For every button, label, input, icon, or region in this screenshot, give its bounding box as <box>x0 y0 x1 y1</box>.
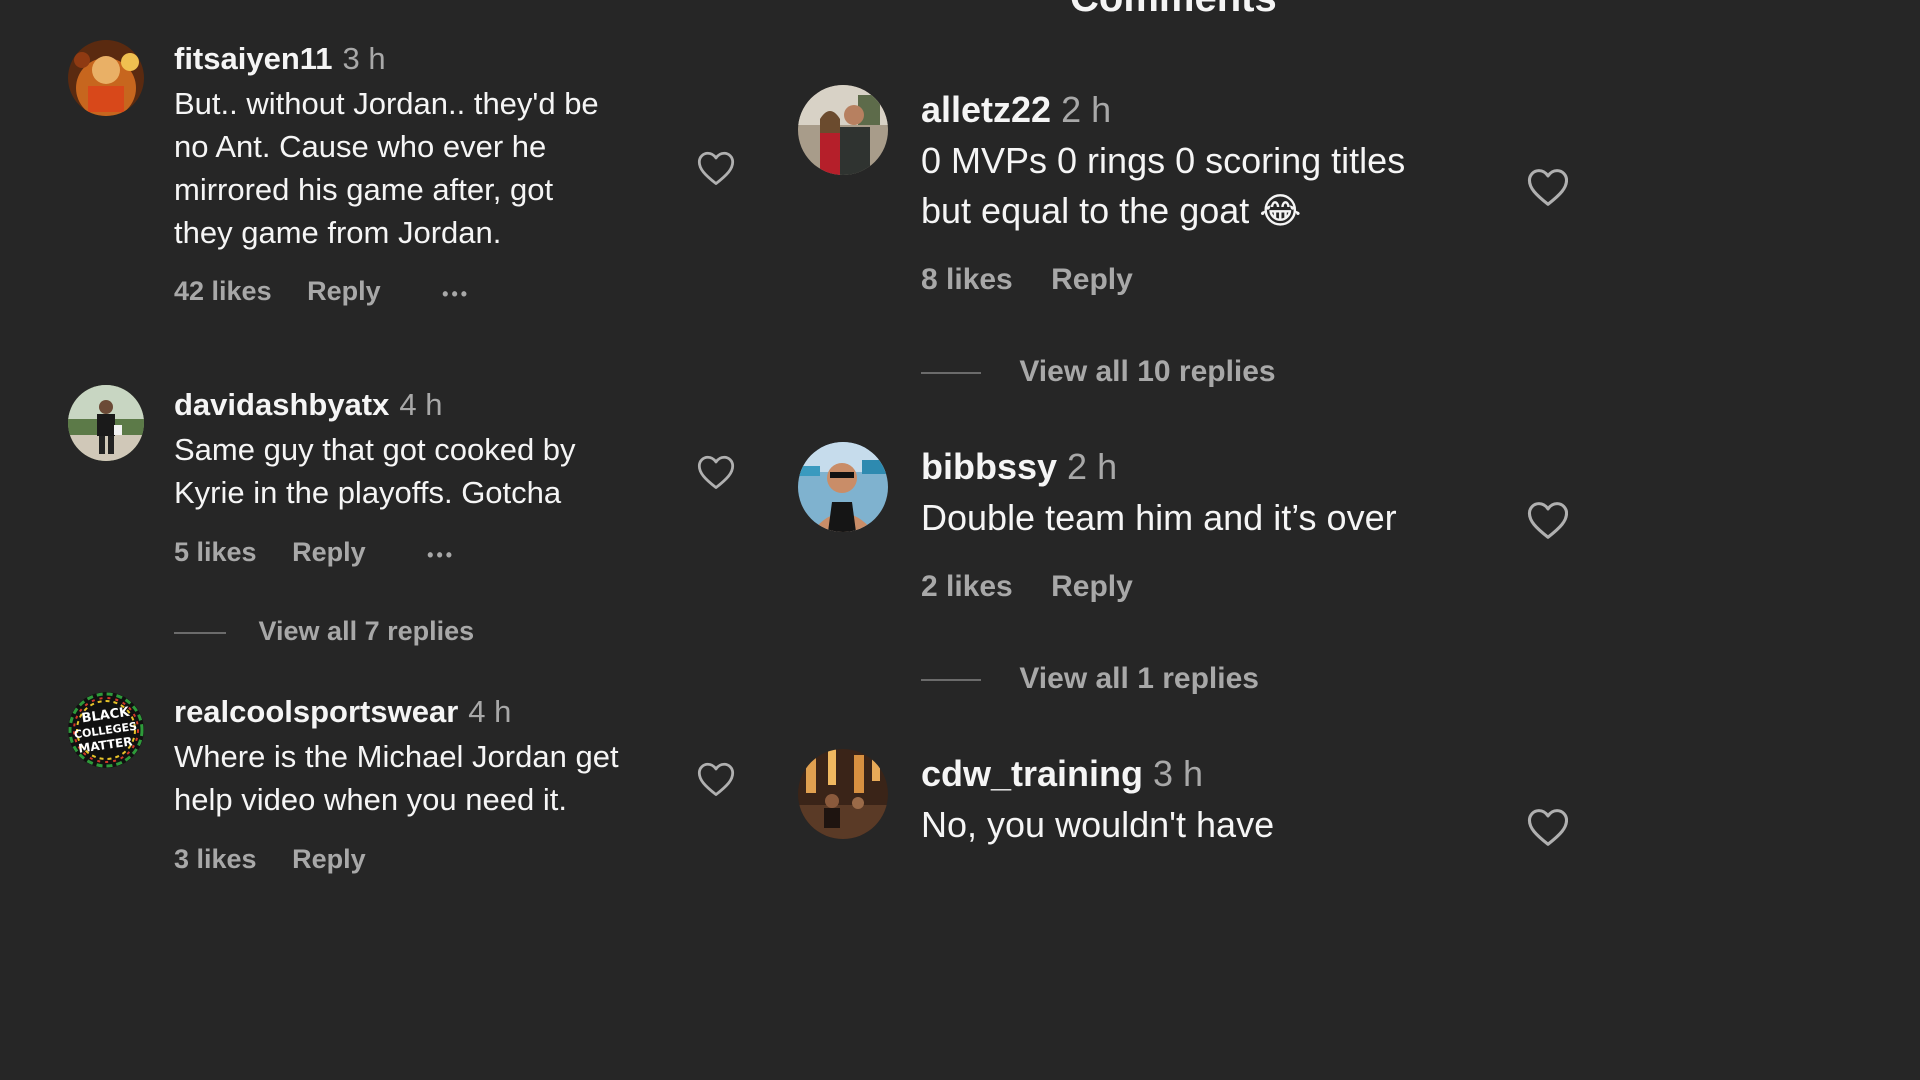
reply-button[interactable]: Reply <box>292 536 366 568</box>
user-avatar[interactable] <box>68 40 144 116</box>
heart-outline-icon[interactable] <box>696 761 736 797</box>
avatar-image <box>798 749 888 839</box>
comment-text-line: But.. without Jordan.. they'd be <box>174 86 599 121</box>
comment-actions: 3 likes Reply <box>174 843 366 875</box>
comment-text-line: no Ant. Cause who ever he <box>174 129 547 164</box>
comment-item: davidashbyatx 4 h Same guy that got cooke… <box>68 385 768 655</box>
view-replies-label[interactable]: View all 7 replies <box>259 616 475 646</box>
comment-actions: 5 likes Reply ••• <box>174 536 455 571</box>
view-replies-link[interactable]: View all 1 replies <box>921 661 1259 697</box>
likes-count[interactable]: 3 likes <box>174 843 257 875</box>
reply-button[interactable]: Reply <box>307 275 381 307</box>
comment-username[interactable]: davidashbyatx <box>174 387 389 422</box>
comment-text-line: Double team him and it’s over <box>921 497 1397 538</box>
replies-divider <box>921 372 981 375</box>
replies-divider <box>174 631 226 634</box>
user-avatar[interactable] <box>798 442 888 532</box>
comment-time: 3 h <box>342 41 386 76</box>
comment-text: Same guy that got cooked by Kyrie in the… <box>174 428 694 514</box>
comment-username[interactable]: alletz22 <box>921 89 1051 130</box>
comment-actions: 8 likes Reply <box>921 262 1133 298</box>
reply-button[interactable]: Reply <box>292 843 366 875</box>
more-options-icon[interactable]: ••• <box>442 278 470 310</box>
likes-count[interactable]: 5 likes <box>174 536 257 568</box>
user-avatar[interactable]: BLACK COLLEGES MATTER <box>68 692 144 768</box>
likes-count[interactable]: 42 likes <box>174 275 272 307</box>
comment-text-line: but equal to the goat 😂 <box>921 190 1302 231</box>
comment-username[interactable]: bibbssy <box>921 446 1057 487</box>
comment-username[interactable]: realcoolsportswear <box>174 694 458 729</box>
reply-button[interactable]: Reply <box>1051 569 1133 605</box>
comment-text: But.. without Jordan.. they'd be no Ant.… <box>174 82 694 254</box>
more-options-icon[interactable]: ••• <box>427 539 455 571</box>
heart-outline-icon[interactable] <box>696 150 736 186</box>
comment-time: 4 h <box>468 694 512 729</box>
likes-count[interactable]: 2 likes <box>921 569 1013 605</box>
page-title: Comments <box>1070 0 1277 21</box>
comment-text-line: 0 MVPs 0 rings 0 scoring titles <box>921 140 1406 181</box>
replies-divider <box>921 679 981 682</box>
view-replies-label[interactable]: View all 1 replies <box>1019 662 1259 695</box>
comment-text-line: Same guy that got cooked by <box>174 432 576 467</box>
view-replies-link[interactable]: View all 10 replies <box>921 354 1276 390</box>
comment-text: 0 MVPs 0 rings 0 scoring titles but equa… <box>921 136 1521 236</box>
heart-outline-icon[interactable] <box>1526 500 1568 540</box>
comment-item: bibbssy 2 h Double team him and it’s over… <box>798 442 1568 712</box>
comment-actions: 2 likes Reply <box>921 569 1133 605</box>
comment-username[interactable]: cdw_training <box>921 753 1143 794</box>
avatar-image: BLACK COLLEGES MATTER <box>68 692 144 768</box>
comment-actions: 42 likes Reply ••• <box>174 275 470 310</box>
avatar-image <box>798 442 888 532</box>
comment-time: 3 h <box>1153 753 1204 794</box>
avatar-image <box>68 40 144 116</box>
comment-item: BLACK COLLEGES MATTER realcoolsportswear… <box>68 692 768 882</box>
view-replies-link[interactable]: View all 7 replies <box>174 615 474 647</box>
left-comments-panel: fitsaiyen11 3 h But.. without Jordan.. th… <box>0 0 780 882</box>
user-avatar[interactable] <box>798 85 888 175</box>
comment-item: alletz22 2 h 0 MVPs 0 rings 0 scoring tit… <box>798 85 1568 405</box>
comment-username[interactable]: fitsaiyen11 <box>174 41 333 76</box>
comment-time: 4 h <box>399 387 443 422</box>
avatar-image <box>68 385 144 461</box>
comment-text-line: mirrored his game after, got <box>174 172 554 207</box>
view-replies-label[interactable]: View all 10 replies <box>1019 355 1275 388</box>
comment-text-line: Kyrie in the playoffs. Gotcha <box>174 475 562 510</box>
heart-outline-icon[interactable] <box>1526 167 1568 207</box>
user-avatar[interactable] <box>68 385 144 461</box>
user-avatar[interactable] <box>798 749 888 839</box>
comment-text-line: Where is the Michael Jordan get <box>174 739 619 774</box>
comment-text: No, you wouldn't have <box>921 800 1521 850</box>
reply-button[interactable]: Reply <box>1051 262 1133 298</box>
comment-text: Where is the Michael Jordan get help vid… <box>174 735 694 821</box>
comment-time: 2 h <box>1067 446 1118 487</box>
comment-item: fitsaiyen11 3 h But.. without Jordan.. th… <box>68 40 768 320</box>
comment-text: Double team him and it’s over <box>921 493 1521 543</box>
right-comments-panel: Comments alletz222 h 0 MVPs 0 rings 0 sc… <box>780 0 1568 882</box>
comment-text-line: help video when you need it. <box>174 782 567 817</box>
avatar-image <box>798 85 888 175</box>
comment-item: cdw_training 3 h No, you wouldn't have <box>798 749 1568 882</box>
comment-text-line: they game from Jordan. <box>174 215 502 250</box>
heart-outline-icon[interactable] <box>696 454 736 490</box>
comment-time: 2 h <box>1061 89 1112 130</box>
heart-outline-icon[interactable] <box>1526 807 1568 847</box>
close-icon[interactable] <box>800 0 844 12</box>
comment-text-line: No, you wouldn't have <box>921 804 1275 845</box>
likes-count[interactable]: 8 likes <box>921 262 1013 298</box>
